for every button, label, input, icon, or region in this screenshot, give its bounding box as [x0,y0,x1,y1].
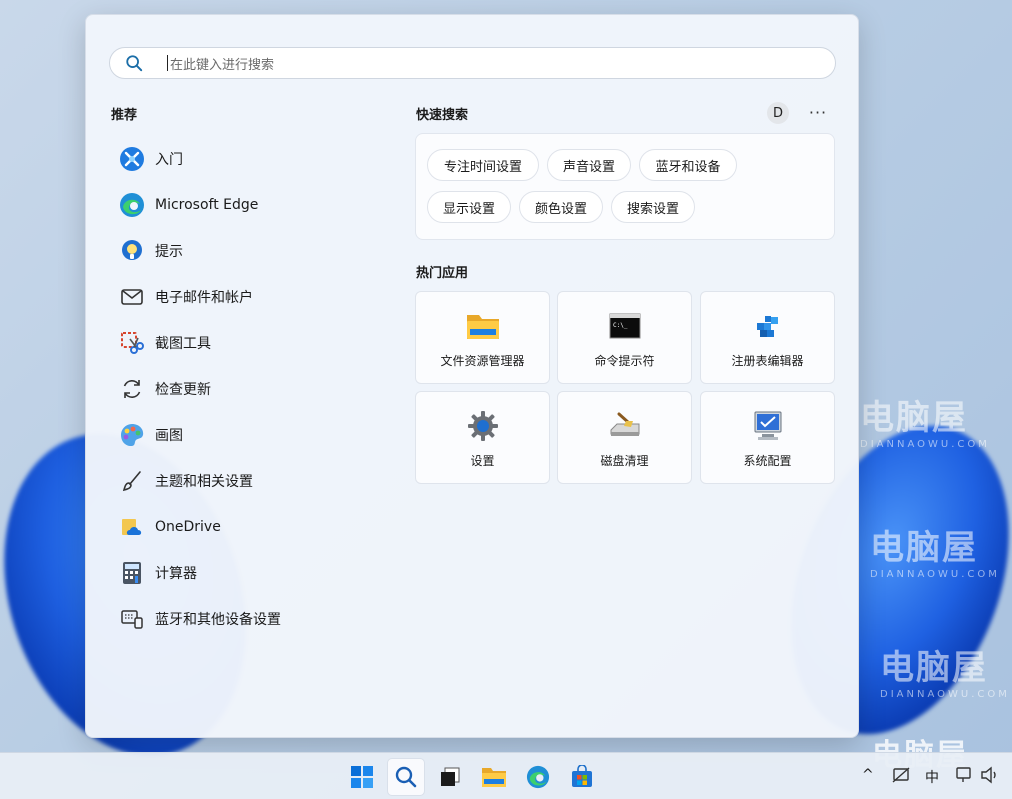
rec-item-get-started[interactable]: 入门 [116,136,406,182]
windows-logo-icon [351,766,373,788]
taskbar-search-button[interactable] [387,758,425,796]
start-button[interactable] [343,758,381,796]
rec-item-mail[interactable]: 电子邮件和帐户 [116,274,406,320]
system-config-icon [751,409,785,443]
quick-search-title: 快速搜索 [416,108,469,123]
tips-icon [119,238,145,264]
taskbar-edge[interactable] [519,758,557,796]
text-caret [167,55,168,71]
start-menu: 在此键入进行搜索 推荐 入门 Microsoft Edge 提示 电子邮件和帐户… [85,14,859,738]
paint-icon [119,422,145,448]
refresh-icon [119,376,145,402]
disk-cleanup-icon [608,409,642,443]
app-tile-command-prompt[interactable]: C:\_ 命令提示符 [557,291,692,384]
rec-item-bluetooth-devices[interactable]: 蓝牙和其他设备设置 [116,596,406,642]
app-tile-disk-cleanup[interactable]: 磁盘清理 [557,391,692,484]
app-tile-settings[interactable]: 设置 [415,391,550,484]
settings-gear-icon [466,409,500,443]
regedit-icon [751,309,785,343]
svg-text:C:\_: C:\_ [613,322,628,329]
network-icon[interactable] [891,766,911,788]
watermark: 电脑屋 DIANNAOWU.COM [870,528,1000,580]
taskbar-file-explorer[interactable] [475,758,513,796]
rec-item-tips[interactable]: 提示 [116,228,406,274]
chip-search-settings[interactable]: 搜索设置 [611,191,695,223]
calculator-icon [119,560,145,586]
rec-item-snipping-tool[interactable]: 截图工具 [116,320,406,366]
devices-icon [119,606,145,632]
get-started-icon [119,146,145,172]
app-tile-system-config[interactable]: 系统配置 [700,391,835,484]
rec-item-edge[interactable]: Microsoft Edge [116,182,406,228]
search-input[interactable]: 在此键入进行搜索 [170,54,274,73]
rec-item-themes[interactable]: 主题和相关设置 [116,458,406,504]
mail-icon [119,284,145,310]
chip-bluetooth-devices[interactable]: 蓝牙和设备 [639,149,737,181]
rec-item-check-updates[interactable]: 检查更新 [116,366,406,412]
task-view-button[interactable] [431,758,469,796]
app-tile-file-explorer[interactable]: 文件资源管理器 [415,291,550,384]
rec-item-onedrive[interactable]: OneDrive [116,504,406,550]
chip-sound-settings[interactable]: 声音设置 [547,149,631,181]
cmd-icon: C:\_ [608,309,642,343]
chip-display-settings[interactable]: 显示设置 [427,191,511,223]
snipping-tool-icon [119,330,145,356]
folder-icon [482,768,506,787]
recommended-list: 入门 Microsoft Edge 提示 电子邮件和帐户 截图工具 检查更新 画… [116,136,406,642]
app-tile-registry-editor[interactable]: 注册表编辑器 [700,291,835,384]
ime-indicator[interactable]: 中 [925,767,939,787]
search-icon [395,766,417,788]
chip-color-settings[interactable]: 颜色设置 [519,191,603,223]
top-apps-title: 热门应用 [416,266,469,281]
folder-icon [466,309,500,343]
recommended-title: 推荐 [111,108,138,123]
user-avatar[interactable]: D [767,102,789,124]
rec-item-paint[interactable]: 画图 [116,412,406,458]
watermark: 电脑屋 DIANNAOWU.COM [860,398,990,450]
tray-overflow-chevron[interactable]: ^ [862,767,874,783]
task-view-icon [441,767,460,786]
more-options-button[interactable]: ··· [807,101,829,123]
taskbar: ^ 中 [0,752,1012,799]
edge-icon [526,765,550,789]
brush-icon [119,468,145,494]
taskbar-store[interactable] [563,758,601,796]
display-icon[interactable] [955,766,973,788]
onedrive-icon [119,514,145,540]
chip-focus-settings[interactable]: 专注时间设置 [427,149,539,181]
volume-icon[interactable] [980,766,1000,788]
rec-item-calculator[interactable]: 计算器 [116,550,406,596]
watermark: 电脑屋 DIANNAOWU.COM [880,648,1010,700]
edge-icon [119,192,145,218]
search-box[interactable]: 在此键入进行搜索 [109,47,836,79]
store-icon [572,765,592,787]
quick-search-panel: 专注时间设置 声音设置 蓝牙和设备 显示设置 颜色设置 搜索设置 [415,133,835,240]
search-icon [126,55,143,72]
